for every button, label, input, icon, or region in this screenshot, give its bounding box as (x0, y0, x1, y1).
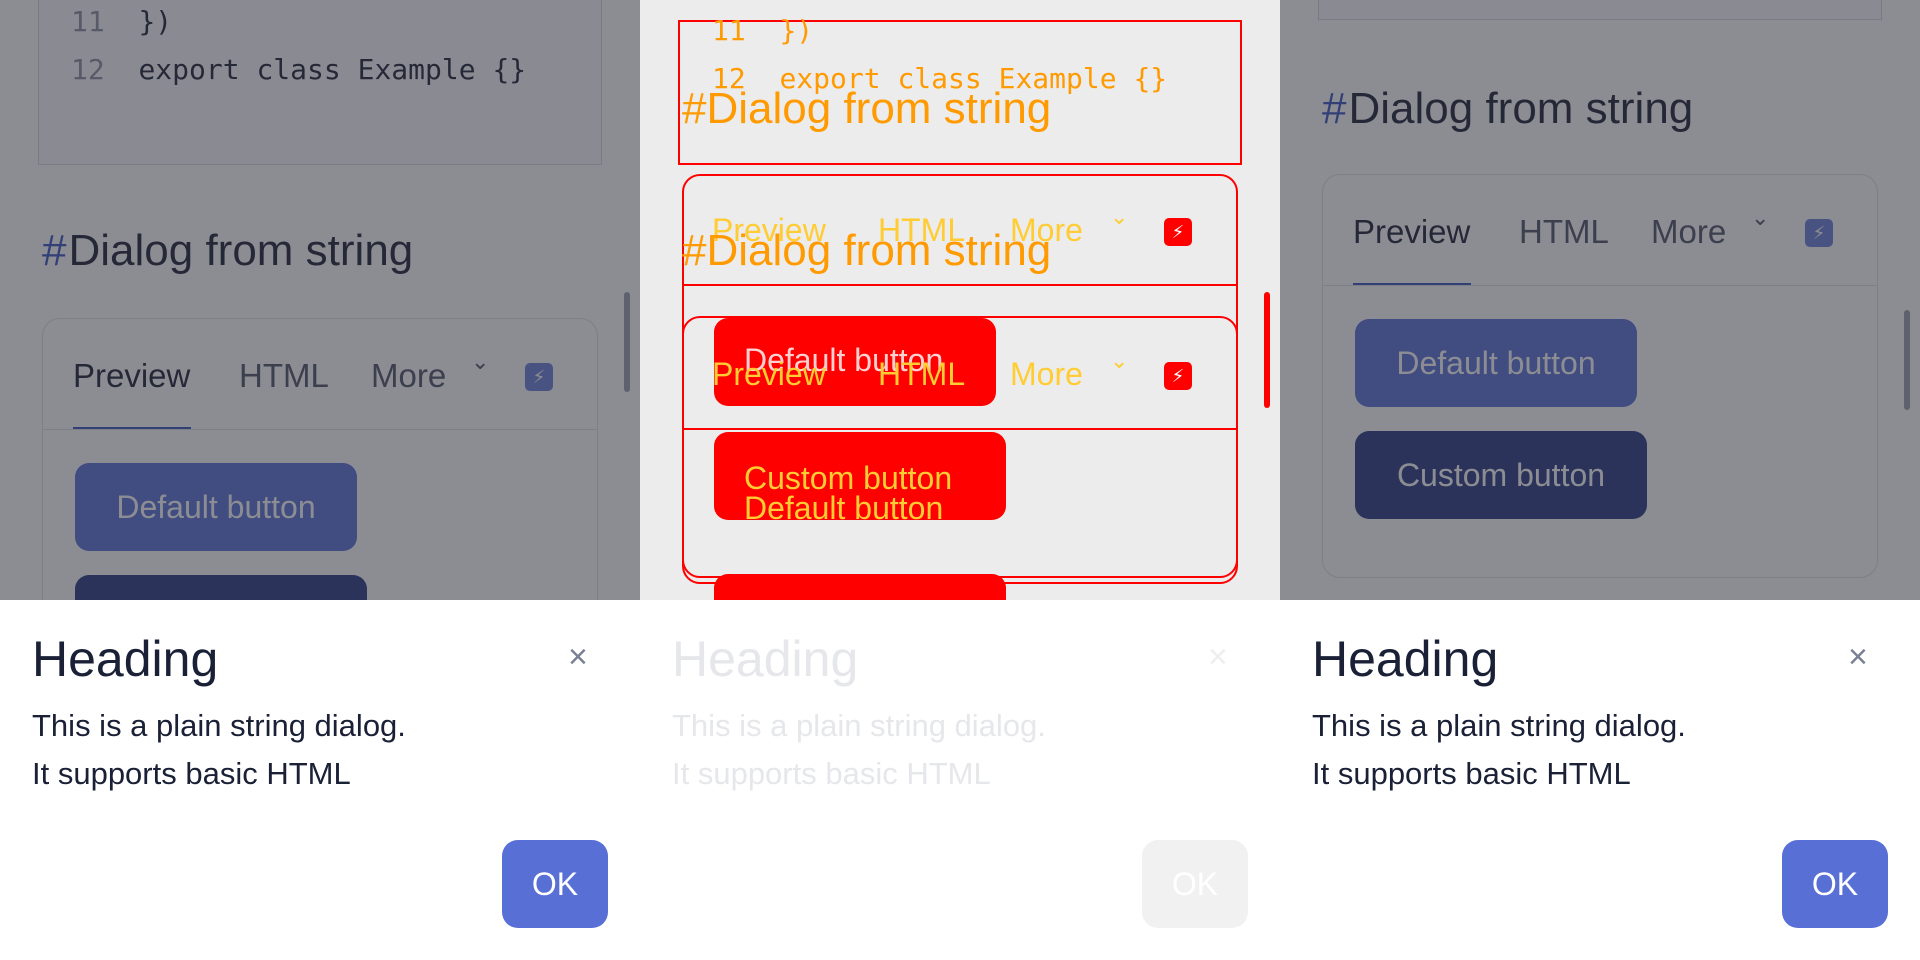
dialog-backdrop[interactable] (1280, 0, 1920, 600)
dialog: Heading × This is a plain string dialog.… (0, 600, 640, 960)
close-icon[interactable]: × (1208, 638, 1228, 677)
docs-page-debug: 11 }) 12 export class Example {} #Dialog… (640, 0, 1280, 600)
stackblitz-icon[interactable]: ⚡ (1164, 362, 1192, 390)
tab-preview-ghost[interactable]: Preview (712, 356, 826, 393)
code-text: }) (779, 14, 814, 47)
dialog-text-line1: This is a plain string dialog. (672, 708, 1046, 743)
tab-divider-outline (682, 284, 1238, 286)
section-title: Dialog from string (706, 226, 1052, 275)
dialog-text-line2: It supports basic HTML (32, 756, 351, 791)
dialog-heading: Heading (1312, 631, 1499, 687)
anchor-link[interactable]: # (682, 226, 706, 275)
line-number: 11 (712, 14, 746, 47)
section-heading-ghost: #Dialog from string (682, 84, 1051, 134)
dialog-heading: Heading (672, 631, 859, 687)
chevron-down-icon[interactable]: ⌄ (1110, 348, 1128, 374)
dialog: Heading × This is a plain string dialog.… (1280, 600, 1920, 960)
tab-divider-outline-2 (682, 428, 1238, 430)
dialog-heading: Heading (32, 631, 219, 687)
ok-button[interactable]: OK (502, 840, 608, 928)
dialog-faded: Heading × This is a plain string dialog.… (640, 600, 1280, 960)
chevron-down-icon[interactable]: ⌄ (1110, 204, 1128, 230)
close-icon[interactable]: × (1848, 638, 1868, 677)
custom-button-outline-2[interactable] (714, 574, 1006, 600)
tab-html-ghost[interactable]: HTML (878, 356, 965, 393)
anchor-link[interactable]: # (682, 84, 706, 133)
panel-left: 11 }) 12 export class Example {} #Dialog… (0, 0, 640, 960)
dialog-text-line1: This is a plain string dialog. (1312, 708, 1686, 743)
dialog-text-line2: It supports basic HTML (1312, 756, 1631, 791)
ok-button[interactable]: OK (1782, 840, 1888, 928)
scrollbar-thumb[interactable] (1264, 292, 1270, 408)
panel-debug: 11 }) 12 export class Example {} #Dialog… (640, 0, 1280, 960)
section-title: Dialog from string (706, 84, 1052, 133)
default-button-label-ghost: Default button (744, 490, 944, 526)
dialog-text-line2: It supports basic HTML (672, 756, 991, 791)
panel-right: #Dialog from string Preview HTML More ⌄ … (1280, 0, 1920, 960)
stackblitz-icon[interactable]: ⚡ (1164, 218, 1192, 246)
close-icon[interactable]: × (568, 638, 588, 677)
dialog-text-line1: This is a plain string dialog. (32, 708, 406, 743)
ok-button[interactable]: OK (1142, 840, 1248, 928)
dialog-backdrop[interactable] (0, 0, 640, 600)
tab-more-ghost[interactable]: More (1010, 356, 1083, 393)
section-heading-debug: #Dialog from string (682, 226, 1051, 276)
